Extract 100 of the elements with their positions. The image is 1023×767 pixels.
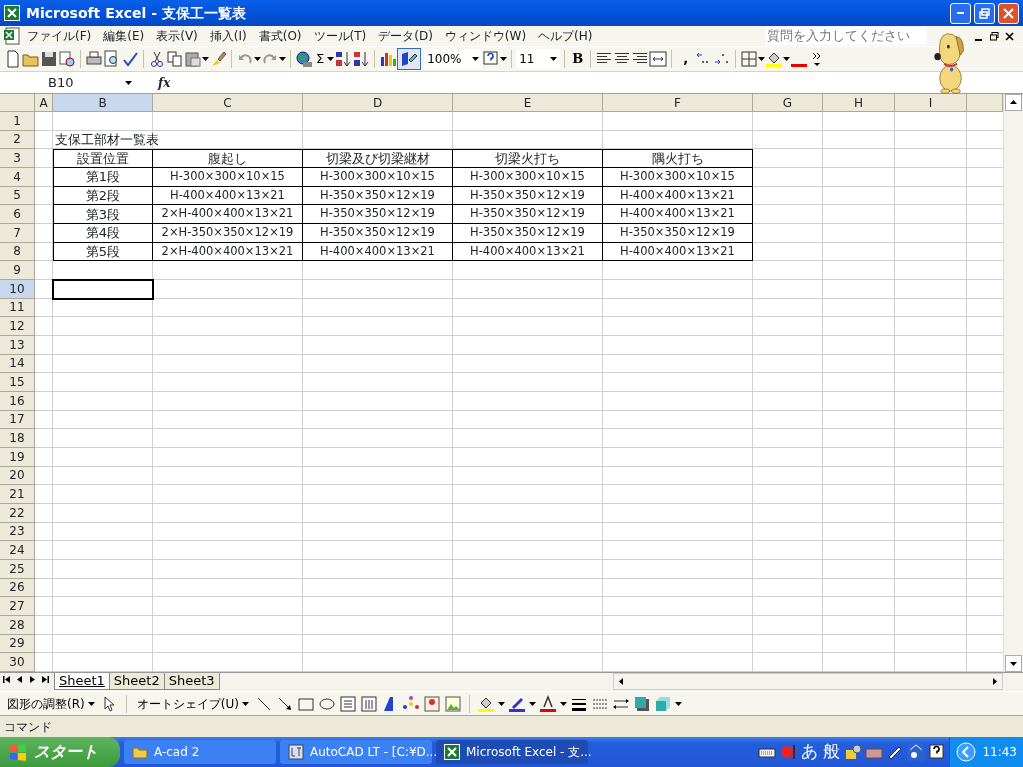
scroll-up-icon[interactable] — [1004, 94, 1023, 111]
sort-ascending-icon[interactable] — [334, 50, 353, 68]
active-cell[interactable] — [53, 280, 153, 299]
paintbrush-icon[interactable] — [209, 50, 227, 68]
last-sheet-icon[interactable] — [39, 673, 52, 686]
font-color-icon[interactable] — [538, 694, 557, 713]
vertical-text-box-icon[interactable] — [359, 694, 378, 713]
caret-icon[interactable] — [472, 57, 480, 61]
shadow-icon[interactable] — [632, 694, 651, 713]
ime-indicator[interactable]: 般 — [822, 739, 842, 765]
text-box-icon[interactable] — [338, 694, 357, 713]
column-header[interactable]: D — [303, 94, 453, 112]
caret-icon[interactable] — [783, 57, 791, 61]
caret-icon[interactable] — [674, 701, 682, 706]
window-title: Microsoft Excel - 支保工一覧表 — [26, 3, 247, 23]
sheet-tab[interactable]: Sheet1 — [54, 673, 110, 690]
autoshape-menu-button[interactable]: オートシェイプ(U) — [133, 692, 252, 715]
column-header[interactable]: A — [35, 94, 53, 112]
picture-icon[interactable] — [443, 694, 462, 713]
sheet-tab[interactable]: Sheet3 — [163, 673, 220, 690]
copy-icon[interactable] — [166, 50, 184, 68]
caret-icon[interactable] — [550, 57, 558, 61]
spell-check-icon[interactable] — [121, 50, 139, 68]
printer-icon[interactable] — [85, 50, 103, 68]
horizontal-scrollbar[interactable] — [613, 673, 1003, 690]
menu-item[interactable]: 書式(O) — [252, 27, 308, 45]
caret-icon[interactable] — [528, 701, 536, 706]
caret-icon[interactable] — [125, 80, 132, 85]
close-icon[interactable] — [1005, 31, 1014, 41]
clip-art-icon[interactable] — [422, 694, 441, 713]
help-icon[interactable] — [482, 50, 501, 68]
caret-icon[interactable] — [327, 57, 335, 61]
caret-icon[interactable] — [87, 701, 95, 706]
taskbar-button[interactable]: A-cad 2 — [124, 740, 276, 764]
close-button[interactable] — [998, 2, 1019, 24]
row-header[interactable]: 3 — [0, 149, 35, 168]
vertical-scrollbar[interactable] — [1003, 94, 1023, 672]
paste-icon[interactable] — [184, 50, 202, 68]
menu-item[interactable]: ツール(T) — [307, 27, 373, 45]
merge-center-icon[interactable] — [649, 50, 668, 68]
row-header[interactable]: 24 — [0, 541, 35, 560]
row-header[interactable]: 6 — [0, 205, 35, 224]
column-header[interactable]: C — [153, 94, 303, 112]
menu-item[interactable]: データ(D) — [372, 27, 439, 45]
new-document-icon[interactable] — [4, 50, 22, 68]
caret-icon[interactable] — [497, 701, 505, 706]
autosum-button[interactable]: Σ — [313, 48, 328, 70]
comma-style-button[interactable]: , — [676, 48, 696, 70]
sort-descending-icon[interactable] — [352, 50, 371, 68]
row-header[interactable]: 27 — [0, 597, 35, 616]
menu-item[interactable]: ウィンドウ(W) — [438, 27, 533, 45]
column-header[interactable]: H — [823, 94, 895, 112]
chevron-left-icon[interactable] — [956, 742, 977, 762]
row-header[interactable]: 9 — [0, 261, 35, 280]
bar-chart-icon[interactable] — [379, 50, 398, 68]
zoom-dropdown[interactable]: 100% — [424, 49, 483, 69]
column-header[interactable]: G — [753, 94, 823, 112]
column-header[interactable]: F — [603, 94, 753, 112]
fill-color-icon[interactable] — [765, 50, 784, 68]
caret-icon[interactable] — [758, 57, 766, 61]
help-search-field[interactable]: 質問を入力してください — [765, 27, 927, 45]
restore-button[interactable] — [974, 2, 995, 24]
name-box[interactable]: B10 — [0, 72, 140, 93]
spreadsheet-document-icon[interactable] — [3, 27, 21, 45]
help-icon[interactable] — [928, 743, 947, 761]
table-cell: H-350×350×12×19 — [453, 186, 603, 206]
sheet-tab[interactable]: Sheet2 — [108, 673, 165, 690]
caret-icon[interactable] — [202, 57, 209, 61]
draw-menu-button[interactable]: 図形の調整(R) — [4, 692, 98, 715]
ime-indicator[interactable]: あ — [800, 739, 820, 765]
font-size-dropdown[interactable]: 11 — [516, 49, 561, 69]
first-sheet-icon[interactable] — [0, 673, 13, 686]
caret-icon[interactable] — [254, 57, 261, 61]
menu-item[interactable]: 挿入(I) — [203, 27, 253, 45]
row-header[interactable]: 12 — [0, 317, 35, 336]
column-header[interactable]: B — [53, 94, 153, 112]
row-header[interactable]: 15 — [0, 373, 35, 392]
column-header[interactable]: I — [895, 94, 967, 112]
row-header[interactable]: 18 — [0, 429, 35, 448]
menu-item[interactable]: 表示(V) — [150, 27, 204, 45]
borders-icon[interactable] — [740, 50, 759, 68]
column-header[interactable]: E — [453, 94, 603, 112]
menu-item[interactable]: ヘルプ(H) — [532, 27, 599, 45]
caret-icon[interactable] — [500, 57, 508, 61]
menu-item[interactable]: ファイル(F) — [21, 27, 98, 45]
minimize-button[interactable] — [950, 2, 971, 24]
globe-icon[interactable] — [295, 50, 313, 68]
scroll-down-icon[interactable] — [1004, 655, 1023, 672]
caret-icon[interactable] — [241, 701, 249, 706]
menu-item[interactable]: 編集(E) — [97, 27, 151, 45]
caret-icon[interactable] — [559, 701, 567, 706]
row-header[interactable]: 21 — [0, 485, 35, 504]
bold-button[interactable]: B — [569, 48, 587, 70]
caret-icon[interactable] — [279, 57, 286, 61]
restore-icon[interactable] — [990, 31, 999, 41]
row-header[interactable]: 30 — [0, 653, 35, 672]
drawing-icon[interactable] — [397, 48, 422, 70]
scissors-icon[interactable] — [148, 50, 166, 68]
document-magnifier-icon[interactable] — [58, 50, 76, 68]
row-header[interactable]: 1 — [0, 112, 35, 131]
